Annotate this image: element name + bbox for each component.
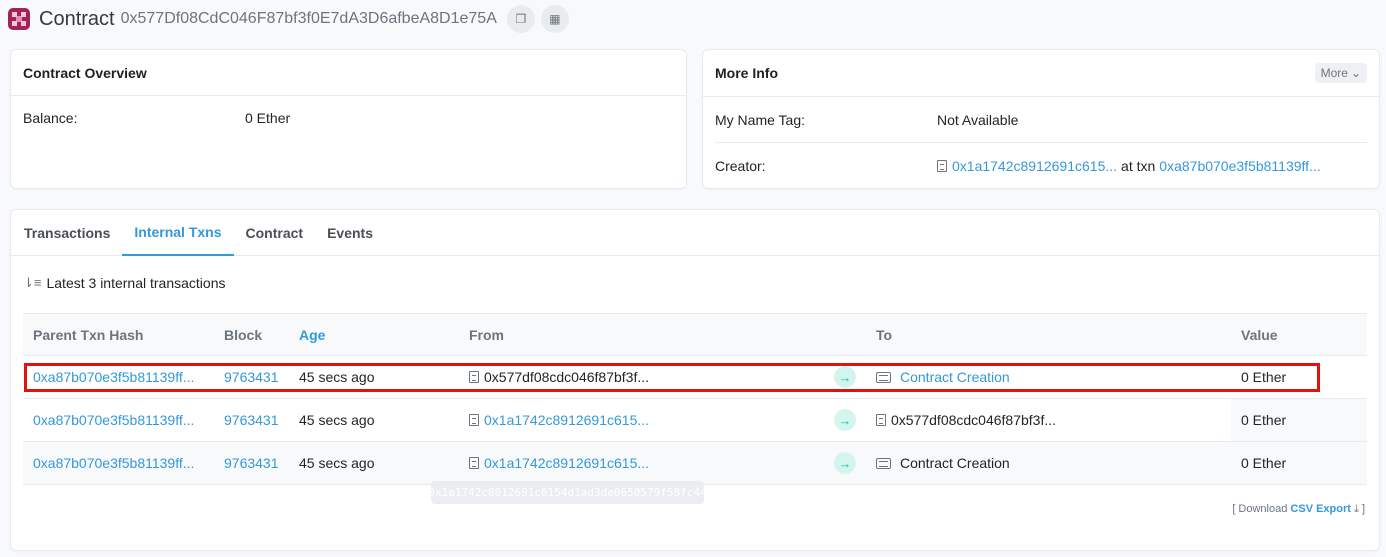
tab-events[interactable]: Events [315,210,385,256]
arrow-right-icon: → [834,452,856,474]
col-direction [824,313,866,356]
value-cell: 0 Ether [1231,355,1367,399]
creator-address-link[interactable]: 0x1a1742c8912691c615... [952,158,1117,174]
to-address: 0x577df08cdc046f87bf3f... [891,412,1057,428]
latest-txns-text: Latest 3 internal transactions [46,275,226,291]
page-title: Contract [39,7,115,30]
at-txn-text: at txn [1121,158,1156,174]
block-link[interactable]: 9763431 [224,455,279,471]
balance-value: 0 Ether [245,110,291,126]
csv-suffix: ] [1361,503,1365,515]
col-from: From [459,313,824,356]
more-info-title: More Info [715,65,778,81]
page-header: Contract 0x577Df08CdC046F87bf3f0E7dA3D6a… [8,4,575,34]
creator-label: Creator: [715,158,766,174]
tab-contract[interactable]: Contract [234,210,316,256]
block-link[interactable]: 9763431 [224,369,279,385]
parent-txn-hash-link[interactable]: 0xa87b070e3f5b81139ff... [33,455,194,471]
file-icon [937,160,947,172]
name-tag-label: My Name Tag: [715,111,805,128]
csv-prefix: [ Download [1232,503,1288,515]
contract-logo-icon [8,8,30,30]
file-icon [469,371,479,383]
from-address: 0x577df08cdc046f87bf3f... [484,369,650,385]
col-value: Value [1231,313,1367,356]
to-contract-creation: Contract Creation [900,455,1010,471]
sort-icon: ⇂≡ [23,275,42,290]
contract-address: 0x577Df08CdC046F87bf3f0E7dA3D6afbeA8D1e7… [120,10,497,27]
address-tooltip: 0x1a1742c8912691c6154d1ad3de0650579f58fc… [428,481,707,504]
contract-creation-icon [876,372,891,383]
value-cell: 0 Ether [1231,398,1367,442]
internal-txns-table: Parent Txn Hash Block Age From To Value … [23,313,1367,485]
from-address-link[interactable]: 0x1a1742c8912691c615... [484,455,649,471]
block-link[interactable]: 9763431 [224,412,279,428]
copy-icon[interactable]: ❐ [506,5,535,33]
col-block: Block [214,313,289,356]
download-icon: ⤓ [1354,503,1359,515]
age-cell: 45 secs ago [289,441,459,485]
arrow-right-icon: → [834,409,856,431]
more-info-card: More Info More ⌄ My Name Tag: Not Availa… [702,49,1380,189]
from-address-link[interactable]: 0x1a1742c8912691c615... [484,412,649,428]
file-icon [876,414,886,426]
file-icon [469,457,479,469]
creator-txn-link[interactable]: 0xa87b070e3f5b81139ff... [1159,158,1320,174]
value-cell: 0 Ether [1231,441,1367,485]
csv-export-link[interactable]: CSV Export [1290,503,1351,515]
more-dropdown-button[interactable]: More ⌄ [1314,63,1367,83]
age-cell: 45 secs ago [289,355,459,399]
table-row: 0xa87b070e3f5b81139ff... 9763431 45 secs… [23,398,1367,442]
file-icon [469,414,479,426]
tab-transactions[interactable]: Transactions [12,210,122,256]
csv-export: [ Download CSV Export ⤓ ] [1232,503,1365,516]
name-tag-value: Not Available [937,111,1019,128]
arrow-right-icon: → [834,366,856,388]
balance-label: Balance: [23,110,78,126]
parent-txn-hash-link[interactable]: 0xa87b070e3f5b81139ff... [33,369,194,385]
tab-bar: Transactions Internal Txns Contract Even… [11,210,1379,256]
col-age[interactable]: Age [289,313,459,356]
to-contract-creation-link[interactable]: Contract Creation [900,369,1010,385]
age-cell: 45 secs ago [289,398,459,442]
contract-overview-card: Contract Overview Balance: 0 Ether [10,49,687,189]
tab-internal-txns[interactable]: Internal Txns [122,210,234,256]
table-row: 0xa87b070e3f5b81139ff... 9763431 45 secs… [23,355,1367,399]
more-button-label: More [1320,66,1348,80]
overview-title: Contract Overview [11,50,686,96]
qr-code-icon[interactable]: ▦ [540,5,569,33]
col-parent-txn-hash: Parent Txn Hash [23,313,214,356]
contract-creation-icon [876,458,891,469]
parent-txn-hash-link[interactable]: 0xa87b070e3f5b81139ff... [33,412,194,428]
table-row: 0xa87b070e3f5b81139ff... 9763431 45 secs… [23,441,1367,485]
col-to: To [866,313,1231,356]
chevron-down-icon: ⌄ [1350,66,1361,80]
